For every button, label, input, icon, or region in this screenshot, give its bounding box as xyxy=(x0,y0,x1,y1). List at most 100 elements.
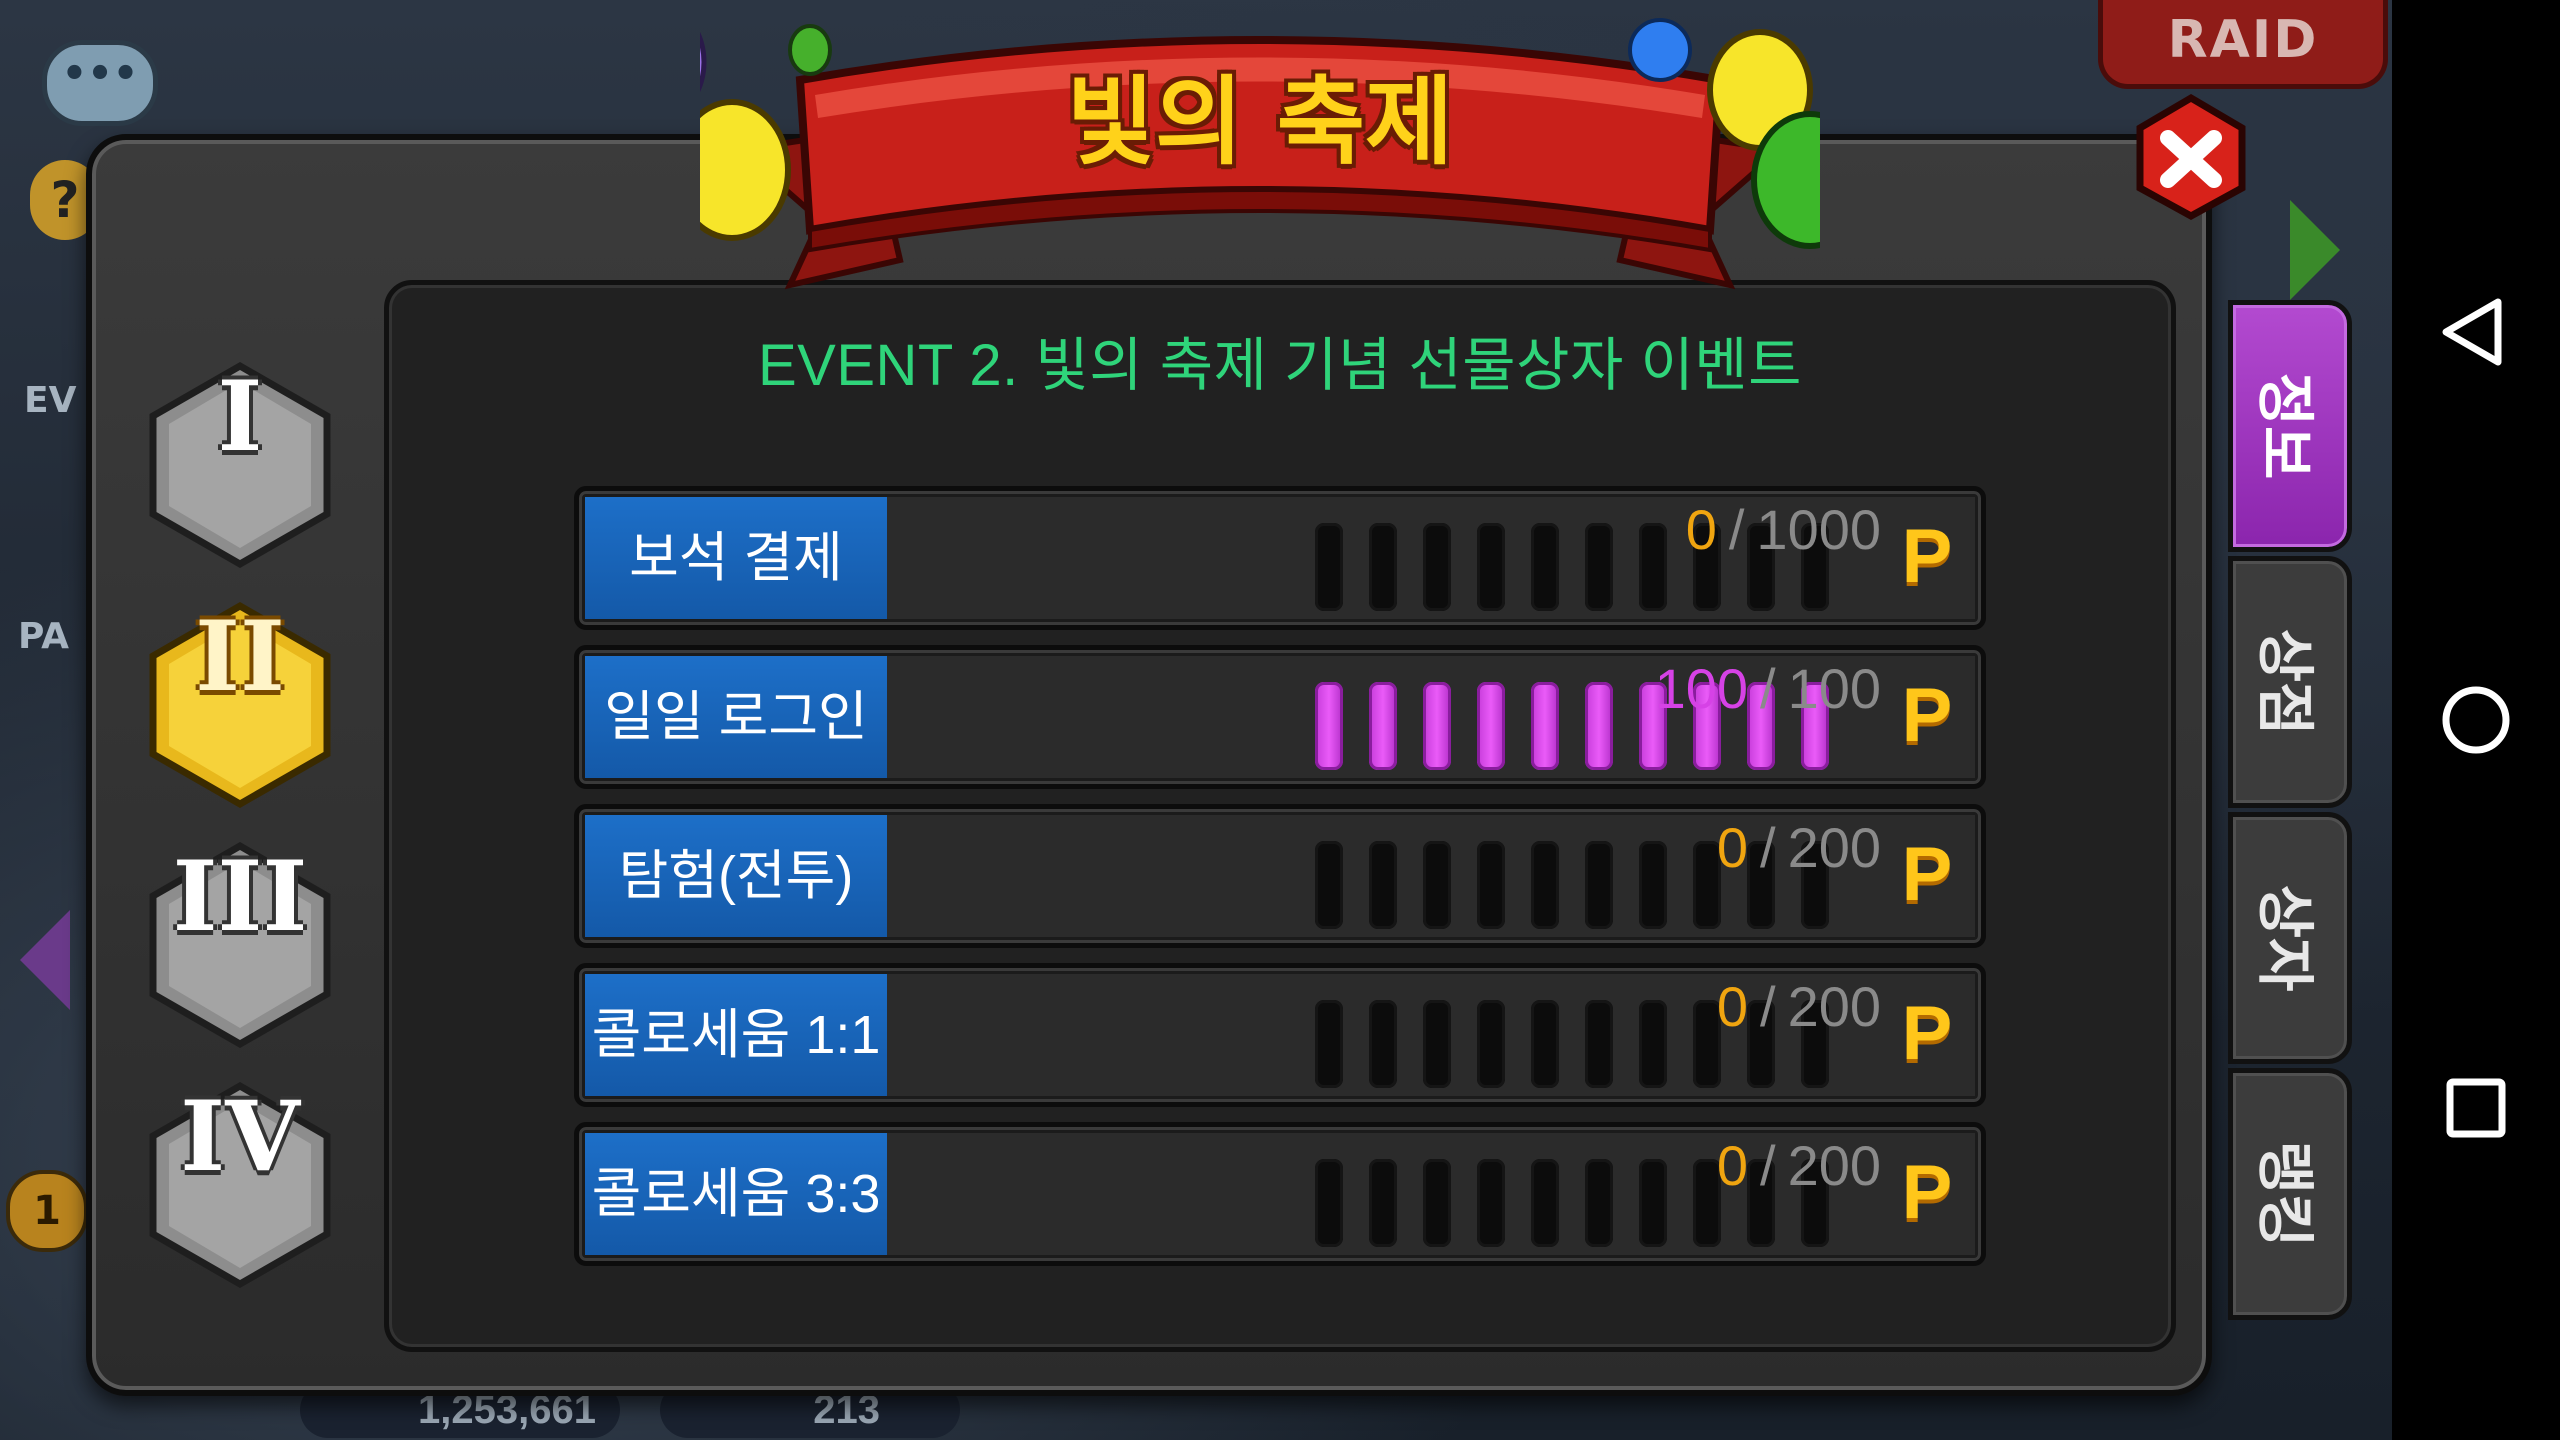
progress-segment-empty xyxy=(1315,841,1343,929)
banner-title: 빛의 축제 xyxy=(1066,66,1454,178)
progress-segment-empty xyxy=(1315,1000,1343,1088)
progress-row-colosseum-1v1: 콜로세움 1:1 0/200 P xyxy=(574,963,1986,1107)
prev-arrow-icon[interactable] xyxy=(20,910,70,1010)
progress-segment-empty xyxy=(1423,523,1451,611)
raid-button[interactable]: RAID xyxy=(2098,0,2388,89)
progress-segment-empty xyxy=(1477,1159,1505,1247)
score-max: 200 xyxy=(1787,1134,1881,1197)
progress-segment-empty xyxy=(1531,523,1559,611)
progress-segment-empty xyxy=(1477,841,1505,929)
tier-3-button[interactable]: III xyxy=(145,840,335,1050)
nav-home-button[interactable] xyxy=(2392,636,2560,804)
chat-button[interactable]: ••• xyxy=(42,40,158,126)
row-label: 탐험(전투) xyxy=(585,815,887,937)
level-badge: 1 xyxy=(6,1170,88,1252)
score-current: 0 xyxy=(1685,498,1717,561)
tier-label: III xyxy=(172,840,308,953)
progress-segment-empty xyxy=(1531,1159,1559,1247)
nav-back-button[interactable] xyxy=(2392,248,2560,416)
progress-row-gem-payment: 보석 결제 0/1000 P xyxy=(574,486,1986,630)
row-score: 0/1000 xyxy=(1686,497,1881,619)
progress-segment-empty xyxy=(1369,841,1397,929)
points-icon: P xyxy=(1901,1150,1953,1235)
triangle-back-icon xyxy=(2442,298,2502,366)
row-score: 0/200 xyxy=(1717,1133,1881,1255)
score-max: 1000 xyxy=(1756,498,1881,561)
system-nav-bar xyxy=(2392,0,2560,1440)
score-separator: / xyxy=(1760,816,1776,879)
tier-label: IV xyxy=(180,1080,300,1193)
progress-segment-empty xyxy=(1423,1159,1451,1247)
score-separator: / xyxy=(1760,975,1776,1038)
tier-4-button[interactable]: IV xyxy=(145,1080,335,1290)
event-title: EVENT 2. 빛의 축제 기념 선물상자 이벤트 xyxy=(757,333,1803,398)
score-current: 0 xyxy=(1716,1134,1748,1197)
square-recent-icon xyxy=(2446,1078,2506,1138)
progress-segment-empty xyxy=(1369,523,1397,611)
tab-ranking[interactable]: 랭킹 xyxy=(2228,1068,2352,1320)
chat-icon: ••• xyxy=(61,51,139,97)
score-separator: / xyxy=(1760,657,1776,720)
tab-label: 랭킹 xyxy=(2251,1140,2319,1248)
tier-2-button[interactable]: II xyxy=(145,600,335,810)
nav-recent-button[interactable] xyxy=(2392,1024,2560,1192)
progress-segment-filled xyxy=(1531,682,1559,770)
progress-segment-empty xyxy=(1531,841,1559,929)
progress-segment-empty xyxy=(1639,1159,1667,1247)
tab-info[interactable]: 정보 xyxy=(2228,300,2352,552)
score-current: 100 xyxy=(1654,657,1748,720)
score-separator: / xyxy=(1760,1134,1776,1197)
progress-row-colosseum-3v3: 콜로세움 3:3 0/200 P xyxy=(574,1122,1986,1266)
progress-segment-empty xyxy=(1423,1000,1451,1088)
progress-row-exploration: 탐험(전투) 0/200 P xyxy=(574,804,1986,948)
row-label: 일일 로그인 xyxy=(585,656,887,778)
score-current: 0 xyxy=(1716,816,1748,879)
row-label: 보석 결제 xyxy=(585,497,887,619)
progress-segment-empty xyxy=(1477,1000,1505,1088)
progress-segment-empty xyxy=(1315,523,1343,611)
row-score: 0/200 xyxy=(1717,974,1881,1096)
progress-segment-empty xyxy=(1585,841,1613,929)
tab-shop[interactable]: 상점 xyxy=(2228,556,2352,808)
progress-segment-filled xyxy=(1585,682,1613,770)
tab-label: 상자 xyxy=(2251,884,2319,992)
row-score: 0/200 xyxy=(1717,815,1881,937)
progress-segment-empty xyxy=(1369,1000,1397,1088)
tab-label: 상점 xyxy=(2251,628,2319,736)
next-arrow-icon[interactable] xyxy=(2290,200,2340,300)
close-button[interactable] xyxy=(2132,92,2250,220)
progress-segment-empty xyxy=(1639,1000,1667,1088)
progress-segment-empty xyxy=(1585,1159,1613,1247)
row-label: 콜로세움 3:3 xyxy=(585,1133,887,1255)
score-max: 100 xyxy=(1787,657,1881,720)
progress-segment-empty xyxy=(1477,523,1505,611)
row-score: 100/100 xyxy=(1655,656,1881,778)
progress-segment-filled xyxy=(1423,682,1451,770)
circle-home-icon xyxy=(2442,686,2510,754)
tier-label: II xyxy=(195,600,285,713)
progress-segment-filled xyxy=(1477,682,1505,770)
score-max: 200 xyxy=(1787,975,1881,1038)
points-icon: P xyxy=(1901,991,1953,1076)
score-separator: / xyxy=(1728,498,1745,561)
progress-segment-empty xyxy=(1585,523,1613,611)
row-label: 콜로세움 1:1 xyxy=(585,974,887,1096)
tab-label: 정보 xyxy=(2251,372,2319,480)
event-banner: 빛의 축제 xyxy=(597,0,1869,310)
score-max: 200 xyxy=(1787,816,1881,879)
pass-side-label: PA xyxy=(18,616,69,657)
progress-segment-empty xyxy=(1639,523,1667,611)
progress-segment-empty xyxy=(1369,1159,1397,1247)
score-current: 0 xyxy=(1716,975,1748,1038)
tier-1-button[interactable]: I xyxy=(145,360,335,570)
tier-label: I xyxy=(217,360,263,473)
progress-segment-empty xyxy=(1639,841,1667,929)
progress-segment-filled xyxy=(1315,682,1343,770)
game-background: ••• ? EV PA 1 1,253,661 213 RAID 빛의 축제 E… xyxy=(0,0,2392,1440)
progress-segment-empty xyxy=(1531,1000,1559,1088)
progress-segment-empty xyxy=(1315,1159,1343,1247)
points-icon: P xyxy=(1901,673,1953,758)
event-side-label: EV xyxy=(24,380,77,421)
progress-segment-filled xyxy=(1369,682,1397,770)
tab-box[interactable]: 상자 xyxy=(2228,812,2352,1064)
